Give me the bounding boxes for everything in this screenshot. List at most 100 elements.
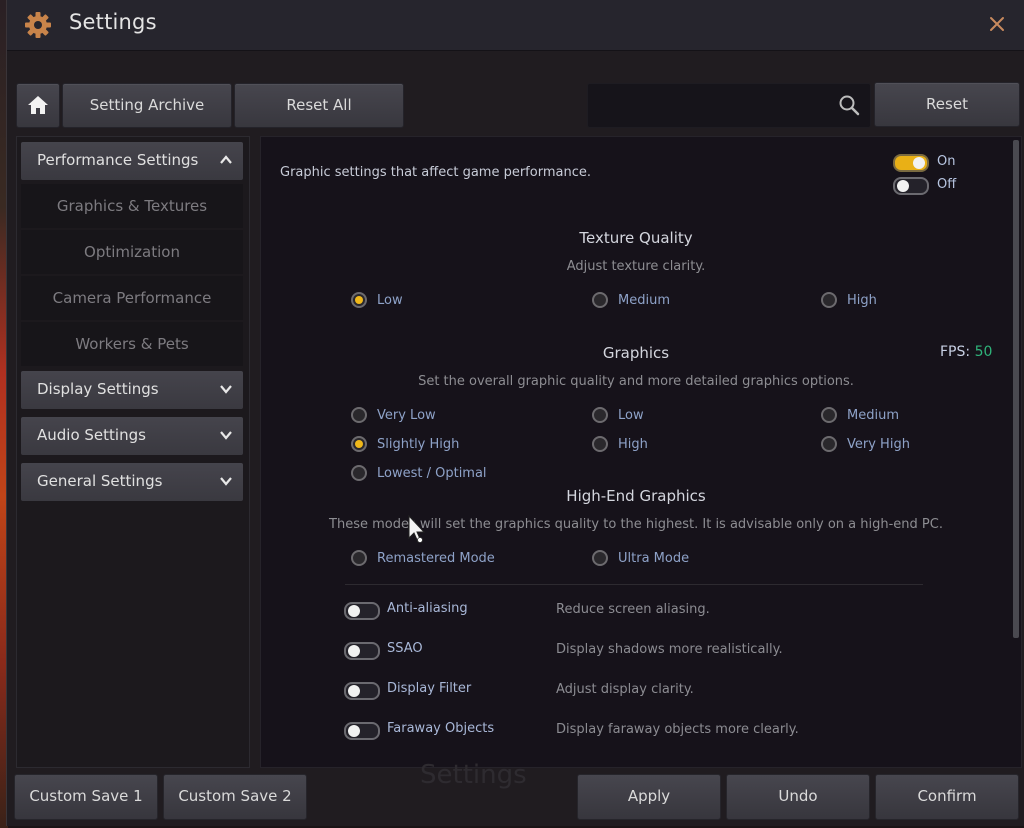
display-filter-description: Adjust display clarity. — [556, 682, 694, 697]
radio-label: Very High — [847, 436, 910, 452]
content-scrollbar[interactable] — [1013, 140, 1019, 638]
radio-icon — [821, 407, 837, 423]
texture-radio-low[interactable]: Low — [351, 292, 403, 308]
gear-icon — [25, 12, 51, 38]
title-bar: Settings — [7, 0, 1024, 51]
radio-label: Low — [618, 407, 644, 423]
radio-icon — [351, 550, 367, 566]
category-label: Audio Settings — [37, 426, 146, 444]
radio-icon — [821, 292, 837, 308]
radio-selected-icon — [351, 436, 367, 452]
radio-label: High — [618, 436, 648, 452]
radio-label: Ultra Mode — [618, 550, 690, 566]
setting-archive-button[interactable]: Setting Archive — [62, 83, 232, 128]
fps-label: FPS: — [940, 344, 971, 360]
radio-selected-icon — [351, 292, 367, 308]
graphics-radio-very-high[interactable]: Very High — [821, 436, 910, 452]
reset-button[interactable]: Reset — [874, 82, 1020, 127]
high-end-title: High-End Graphics — [566, 487, 706, 505]
radio-icon — [592, 407, 608, 423]
high-end-radio-ultra[interactable]: Ultra Mode — [592, 550, 689, 566]
custom-save-1-button[interactable]: Custom Save 1 — [14, 774, 158, 820]
close-icon — [990, 17, 1004, 31]
category-label: General Settings — [37, 472, 163, 490]
ghost-settings-watermark: Settings — [420, 760, 527, 790]
graphics-radio-lowest-optimal[interactable]: Lowest / Optimal — [351, 465, 487, 481]
radio-label: Slightly High — [377, 436, 460, 452]
radio-label: Low — [377, 292, 403, 308]
toggle-display-filter[interactable] — [344, 682, 380, 700]
legend-toggle-on — [893, 154, 929, 172]
close-button[interactable] — [983, 10, 1011, 38]
sidebar-category-general[interactable]: General Settings — [21, 463, 243, 501]
radio-icon — [821, 436, 837, 452]
graphics-radio-low[interactable]: Low — [592, 407, 644, 423]
faraway-objects-description: Display faraway objects more clearly. — [556, 722, 799, 737]
radio-icon — [351, 465, 367, 481]
high-end-subtitle: These modes will set the graphics qualit… — [329, 517, 943, 532]
settings-sidebar: Performance Settings Graphics & Textures… — [16, 136, 250, 768]
home-button[interactable] — [16, 83, 60, 128]
fps-value: 50 — [974, 344, 993, 360]
anti-aliasing-label: Anti-aliasing — [387, 601, 468, 616]
radio-label: Medium — [618, 292, 670, 308]
home-icon — [28, 96, 48, 114]
legend-toggle-off — [893, 177, 929, 195]
sidebar-category-audio[interactable]: Audio Settings — [21, 417, 243, 455]
sidebar-item-camera-performance[interactable]: Camera Performance — [21, 276, 243, 320]
chevron-up-icon — [220, 155, 232, 164]
legend-on-label: On — [937, 154, 956, 169]
search-box — [587, 83, 871, 128]
chevron-down-icon — [220, 477, 232, 486]
window-title: Settings — [69, 10, 157, 34]
graphics-radio-medium[interactable]: Medium — [821, 407, 899, 423]
legend-off-label: Off — [937, 177, 957, 192]
texture-quality-subtitle: Adjust texture clarity. — [566, 259, 706, 274]
chevron-down-icon — [220, 431, 232, 440]
high-end-radio-remastered[interactable]: Remastered Mode — [351, 550, 495, 566]
confirm-button[interactable]: Confirm — [875, 774, 1019, 820]
sidebar-item-workers-pets[interactable]: Workers & Pets — [21, 322, 243, 366]
graphics-title: Graphics — [602, 344, 670, 362]
toggle-knob — [348, 605, 360, 617]
toggle-knob — [348, 725, 360, 737]
graphics-radio-very-low[interactable]: Very Low — [351, 407, 436, 423]
radio-label: Lowest / Optimal — [377, 465, 487, 481]
apply-button[interactable]: Apply — [577, 774, 721, 820]
texture-quality-title: Texture Quality — [579, 229, 693, 247]
radio-label: Medium — [847, 407, 899, 423]
faraway-objects-label: Faraway Objects — [387, 721, 495, 736]
chevron-down-icon — [220, 385, 232, 394]
section-divider — [345, 584, 923, 585]
ssao-label: SSAO — [387, 641, 423, 656]
custom-save-2-button[interactable]: Custom Save 2 — [163, 774, 307, 820]
search-icon[interactable] — [838, 94, 860, 116]
sidebar-category-display[interactable]: Display Settings — [21, 371, 243, 409]
radio-icon — [592, 550, 608, 566]
toggle-knob — [348, 645, 360, 657]
graphics-subtitle: Set the overall graphic quality and more… — [418, 374, 854, 389]
toggle-faraway-objects[interactable] — [344, 722, 380, 740]
texture-radio-high[interactable]: High — [821, 292, 877, 308]
display-filter-label: Display Filter — [387, 681, 472, 696]
toggle-anti-aliasing[interactable] — [344, 602, 380, 620]
radio-icon — [592, 292, 608, 308]
graphics-radio-slightly-high[interactable]: Slightly High — [351, 436, 459, 452]
undo-button[interactable]: Undo — [726, 774, 870, 820]
search-input[interactable] — [596, 92, 830, 120]
radio-label: High — [847, 292, 877, 308]
sidebar-item-graphics-textures[interactable]: Graphics & Textures — [21, 184, 243, 228]
ssao-description: Display shadows more realistically. — [556, 642, 783, 657]
radio-icon — [351, 407, 367, 423]
graphics-radio-high[interactable]: High — [592, 436, 648, 452]
sidebar-item-optimization[interactable]: Optimization — [21, 230, 243, 274]
category-label: Performance Settings — [37, 151, 199, 169]
anti-aliasing-description: Reduce screen aliasing. — [556, 602, 710, 617]
radio-icon — [592, 436, 608, 452]
reset-all-button[interactable]: Reset All — [234, 83, 404, 128]
toggle-ssao[interactable] — [344, 642, 380, 660]
texture-radio-medium[interactable]: Medium — [592, 292, 670, 308]
sidebar-category-performance[interactable]: Performance Settings — [21, 142, 243, 180]
radio-label: Remastered Mode — [377, 550, 495, 566]
fps-readout: FPS: 50 — [940, 344, 992, 360]
